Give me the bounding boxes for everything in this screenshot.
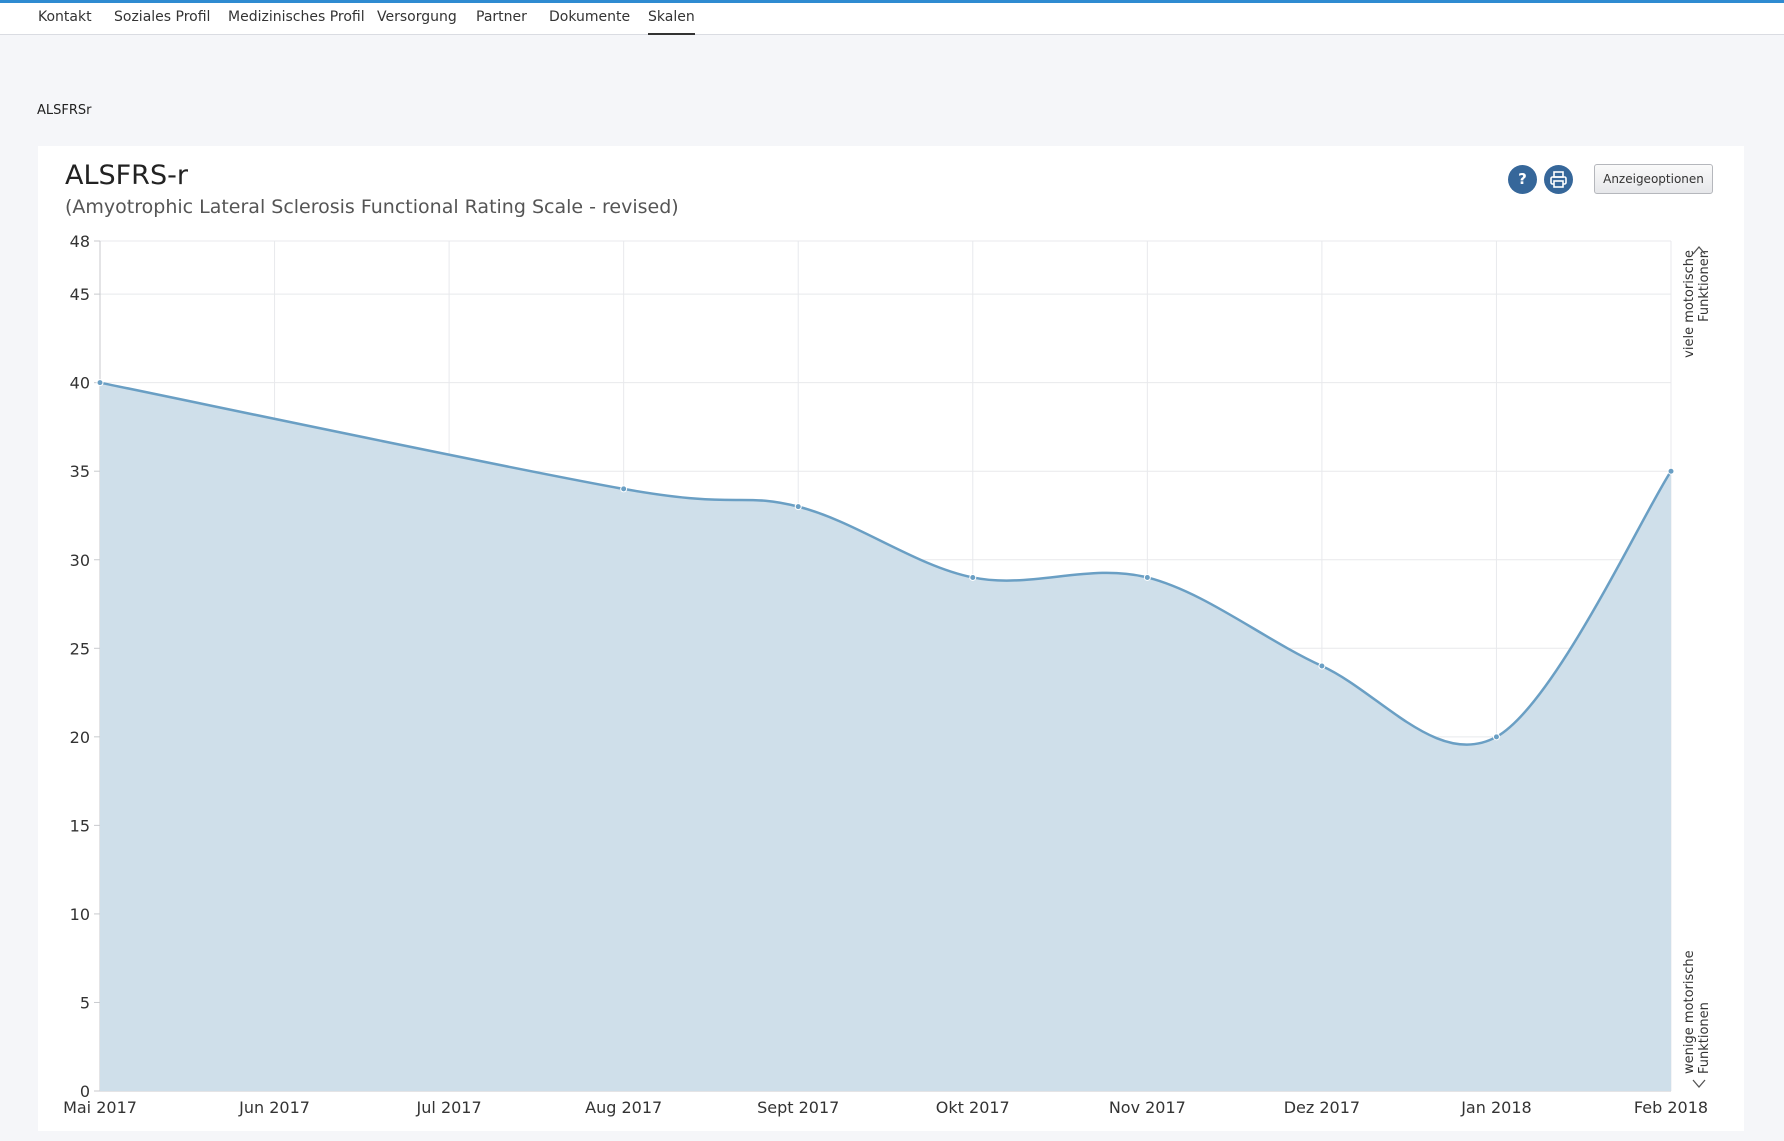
alsfrs-chart: 05101520253035404548 Mai 2017 Jun 2017 Jul… [63,232,1712,1117]
y-tick-label: 5 [80,993,90,1012]
y-axis-annotations: viele motorischeFunktionenwenige motoris… [1682,246,1712,1088]
annotation-line: Funktionen [1697,1002,1712,1074]
x-tick-label: Okt 2017 [936,1098,1010,1117]
data-point [969,573,977,581]
annotation-line: Funktionen [1697,250,1712,322]
data-point [96,379,104,387]
data-point [1492,733,1500,741]
data-point [1667,467,1675,475]
y-tick-label: 48 [70,232,90,251]
y-tick-label: 45 [70,285,90,304]
x-tick-label: Nov 2017 [1109,1098,1186,1117]
y-tick-label: 15 [70,816,90,835]
data-point [620,485,628,493]
y-tick-label: 10 [70,905,90,924]
x-tick-label: Feb 2018 [1634,1098,1708,1117]
x-tick-label: Sept 2017 [757,1098,839,1117]
x-tick-label: Jul 2017 [416,1098,482,1117]
y-axis-labels: 05101520253035404548 [70,232,90,1101]
data-point [794,503,802,511]
x-tick-label: Jan 2018 [1460,1098,1531,1117]
chevron-down-icon [1692,1079,1706,1088]
y-tick-label: 25 [70,639,90,658]
annotation-many-functions: viele motorischeFunktionen [1682,250,1712,358]
x-tick-label: Dez 2017 [1284,1098,1360,1117]
x-tick-label: Mai 2017 [63,1098,137,1117]
y-tick-label: 20 [70,728,90,747]
data-point [1318,662,1326,670]
annotation-line: viele motorische [1682,250,1697,358]
x-axis-labels: Mai 2017 Jun 2017 Jul 2017 Aug 2017 Sept 201… [63,1098,1708,1117]
annotation-few-functions: wenige motorischeFunktionen [1682,950,1712,1074]
annotation-line: wenige motorische [1682,950,1697,1074]
y-tick-label: 40 [70,374,90,393]
data-point [1143,573,1151,581]
x-tick-label: Jun 2017 [238,1098,310,1117]
x-tick-label: Aug 2017 [585,1098,662,1117]
y-tick-label: 30 [70,551,90,570]
y-tick-label: 35 [70,462,90,481]
